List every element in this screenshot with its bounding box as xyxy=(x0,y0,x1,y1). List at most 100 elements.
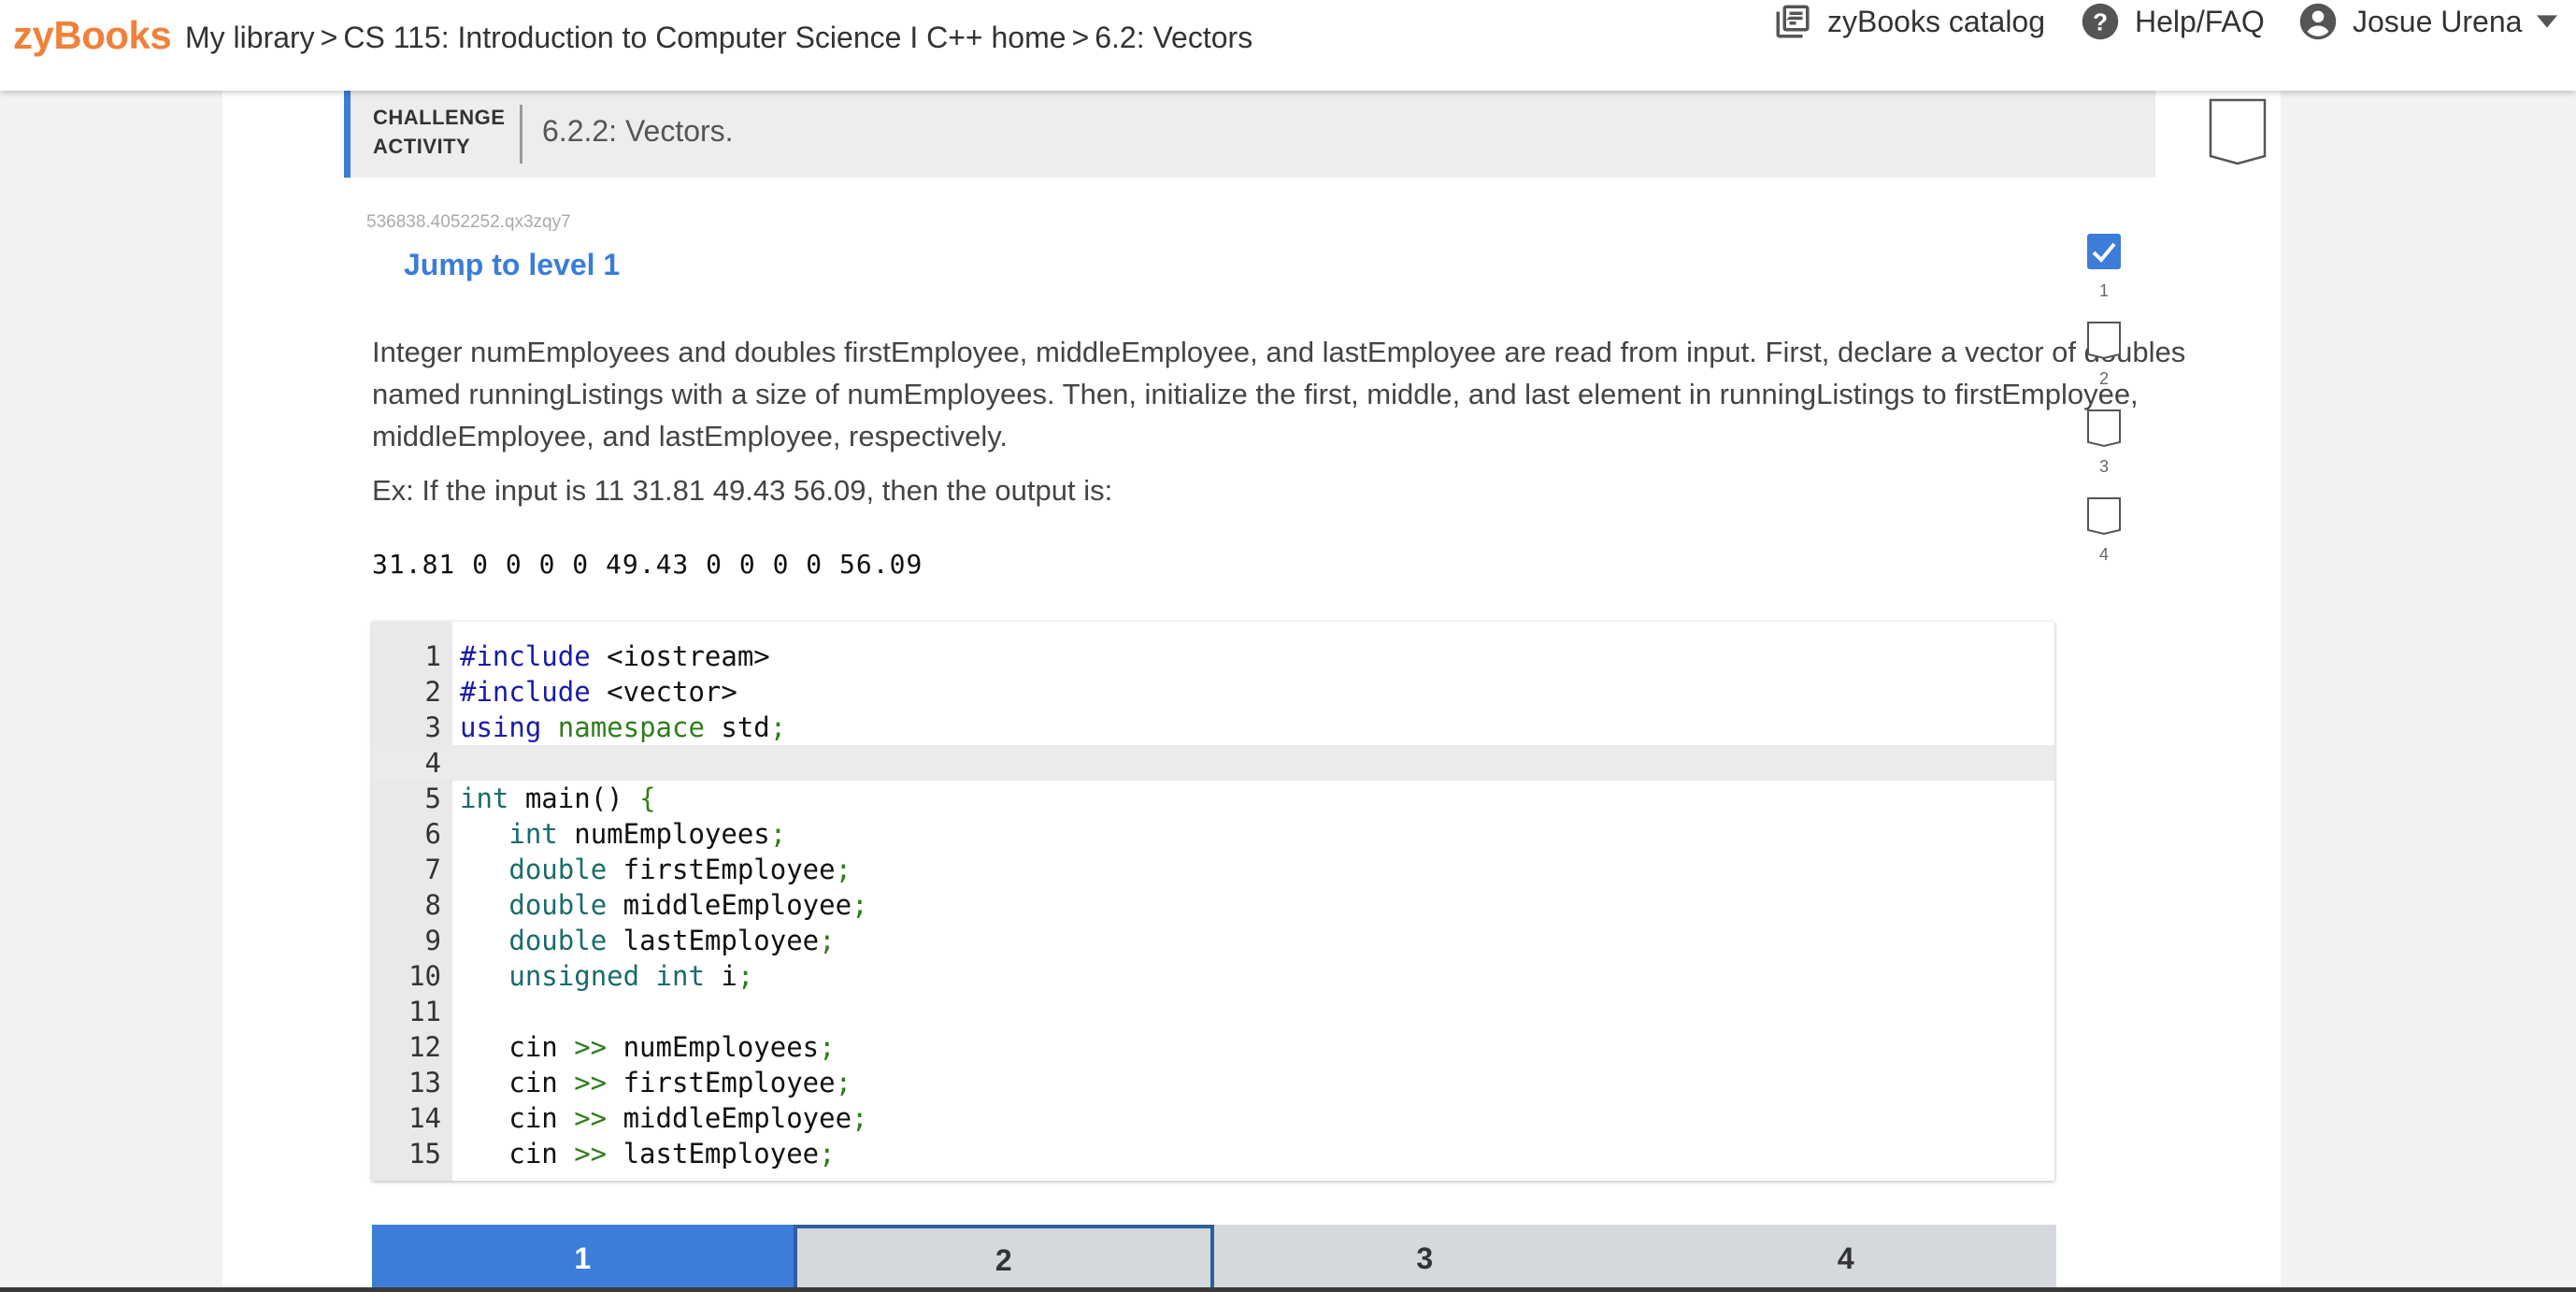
breadcrumb: My library > CS 115: Introduction to Compu… xyxy=(185,21,1252,55)
line-number: 15 xyxy=(408,1138,441,1170)
zybooks-logo[interactable]: zyBooks xyxy=(13,13,172,58)
code-line[interactable]: 14 cin >> middleEmployee; xyxy=(372,1100,2054,1136)
code-token: numEmployees xyxy=(557,818,770,850)
level-number: 2 xyxy=(2098,369,2109,388)
code-line[interactable]: 8 double middleEmployee; xyxy=(372,887,2054,923)
code-token: #include xyxy=(460,676,591,708)
level-tabs: 1234 xyxy=(372,1225,2056,1292)
code-line[interactable]: 6 int numEmployees; xyxy=(372,816,2054,852)
catalog-label: zyBooks catalog xyxy=(1827,4,2046,38)
code-text: double firstEmployee; xyxy=(460,852,852,887)
code-token: numEmployees xyxy=(607,1031,820,1063)
code-line[interactable]: 15 cin >> lastEmployee; xyxy=(372,1136,2054,1171)
line-number: 9 xyxy=(424,925,441,956)
unchecked-bookmark-icon xyxy=(2087,497,2121,536)
level-tab-2[interactable]: 2 xyxy=(793,1225,1214,1292)
level-tab-1[interactable]: 1 xyxy=(372,1225,794,1292)
breadcrumb-section[interactable]: 6.2: Vectors xyxy=(1095,21,1252,54)
header-divider xyxy=(520,105,522,164)
line-number: 3 xyxy=(424,711,441,743)
example-text: Ex: If the input is 11 31.81 49.43 56.09… xyxy=(372,474,1113,507)
code-line[interactable]: 1 #include <iostream> xyxy=(372,639,2054,674)
code-line[interactable]: 5 int main() { xyxy=(372,781,2054,816)
breadcrumb-my-library[interactable]: My library xyxy=(185,21,315,54)
code-line[interactable]: 4 xyxy=(372,745,2054,781)
code-line[interactable]: 3 using namespace std; xyxy=(372,710,2054,745)
code-token: >> xyxy=(574,1102,608,1134)
level-number: 1 xyxy=(2098,281,2109,300)
code-line[interactable]: 12 cin >> numEmployees; xyxy=(372,1029,2054,1065)
breadcrumb-separator: > xyxy=(1071,21,1090,54)
code-line[interactable]: 10 unsigned int i; xyxy=(372,958,2054,994)
code-token: ; xyxy=(737,960,754,992)
code-text: cin >> lastEmployee; xyxy=(460,1136,836,1171)
code-text: cin >> numEmployees; xyxy=(460,1029,836,1065)
code-text: cin >> middleEmployee; xyxy=(460,1100,868,1136)
jump-to-level-link[interactable]: Jump to level 1 xyxy=(404,248,620,282)
code-token: >> xyxy=(574,1031,608,1063)
help-link[interactable]: ? Help/FAQ xyxy=(2081,0,2265,43)
code-token: unsigned xyxy=(508,960,640,992)
code-token: lastEmployee xyxy=(607,925,820,956)
code-token: main() xyxy=(508,782,640,814)
unchecked-bookmark-icon xyxy=(2087,322,2121,360)
checked-box-icon xyxy=(2087,234,2121,269)
code-text: double middleEmployee; xyxy=(460,887,867,923)
expected-output: 31.81 0 0 0 0 49.43 0 0 0 0 56.09 xyxy=(372,549,923,580)
code-token: firstEmployee xyxy=(607,854,836,885)
code-token: ; xyxy=(819,1031,836,1063)
code-line[interactable]: 11 xyxy=(372,994,2054,1029)
code-token: cin xyxy=(460,1031,575,1063)
level-indicator-1[interactable]: 1 xyxy=(2086,233,2133,308)
breadcrumb-course-home[interactable]: CS 115: Introduction to Computer Science… xyxy=(343,21,1066,54)
level-indicator-3[interactable]: 3 xyxy=(2086,409,2133,483)
code-line[interactable]: 13 cin >> firstEmployee; xyxy=(372,1065,2054,1100)
code-token: firstEmployee xyxy=(607,1067,836,1098)
unchecked-bookmark-icon xyxy=(2087,409,2121,448)
code-token: middleEmployee xyxy=(607,1102,852,1134)
level-indicator-2[interactable]: 2 xyxy=(2086,321,2133,395)
activity-id: 536838.4052252.qx3zqy7 xyxy=(366,212,571,232)
code-token: double xyxy=(508,854,608,885)
code-token: <vector> xyxy=(590,676,737,708)
activity-type-line2: ACTIVITY xyxy=(373,135,471,158)
code-line[interactable]: 9 double lastEmployee; xyxy=(372,923,2054,958)
line-number: 2 xyxy=(424,676,441,708)
code-token: #include xyxy=(460,640,591,672)
code-lines: 1 #include <iostream> 2 #include <vector> 3 u… xyxy=(372,639,2054,1171)
line-number: 1 xyxy=(424,640,441,672)
code-token: >> xyxy=(574,1138,608,1170)
line-number: 11 xyxy=(408,996,441,1027)
activity-type-line1: CHALLENGE xyxy=(373,106,506,129)
help-label: Help/FAQ xyxy=(2135,4,2265,38)
level-number: 3 xyxy=(2098,457,2109,476)
line-number: 14 xyxy=(408,1102,441,1134)
code-token: ; xyxy=(819,925,836,956)
level-number: 4 xyxy=(2098,545,2109,564)
code-token: ; xyxy=(852,1102,868,1134)
code-token: >> xyxy=(574,1067,608,1098)
code-editor[interactable]: 1 #include <iostream> 2 #include <vector> 3 u… xyxy=(372,622,2054,1181)
code-line[interactable]: 2 #include <vector> xyxy=(372,674,2054,710)
code-token: ; xyxy=(819,1138,836,1170)
bookmark-icon[interactable] xyxy=(2209,98,2267,165)
code-token: ; xyxy=(769,711,787,743)
line-number: 12 xyxy=(408,1031,441,1063)
catalog-link[interactable]: zyBooks catalog xyxy=(1773,0,2045,43)
user-menu[interactable]: Josue Urena xyxy=(2298,0,2558,43)
level-tab-4[interactable]: 4 xyxy=(1635,1225,2056,1292)
user-name: Josue Urena xyxy=(2353,4,2523,38)
code-token: int xyxy=(508,818,558,850)
breadcrumb-separator: > xyxy=(320,21,338,54)
line-number: 4 xyxy=(424,747,441,779)
level-indicator-4[interactable]: 4 xyxy=(2086,496,2133,571)
level-tab-3[interactable]: 3 xyxy=(1214,1225,1636,1292)
activity-prompt: Integer numEmployees and doubles firstEm… xyxy=(372,336,2186,452)
code-token: cin xyxy=(460,1067,575,1098)
code-token: lastEmployee xyxy=(607,1138,820,1170)
code-line[interactable]: 7 double firstEmployee; xyxy=(372,852,2054,887)
